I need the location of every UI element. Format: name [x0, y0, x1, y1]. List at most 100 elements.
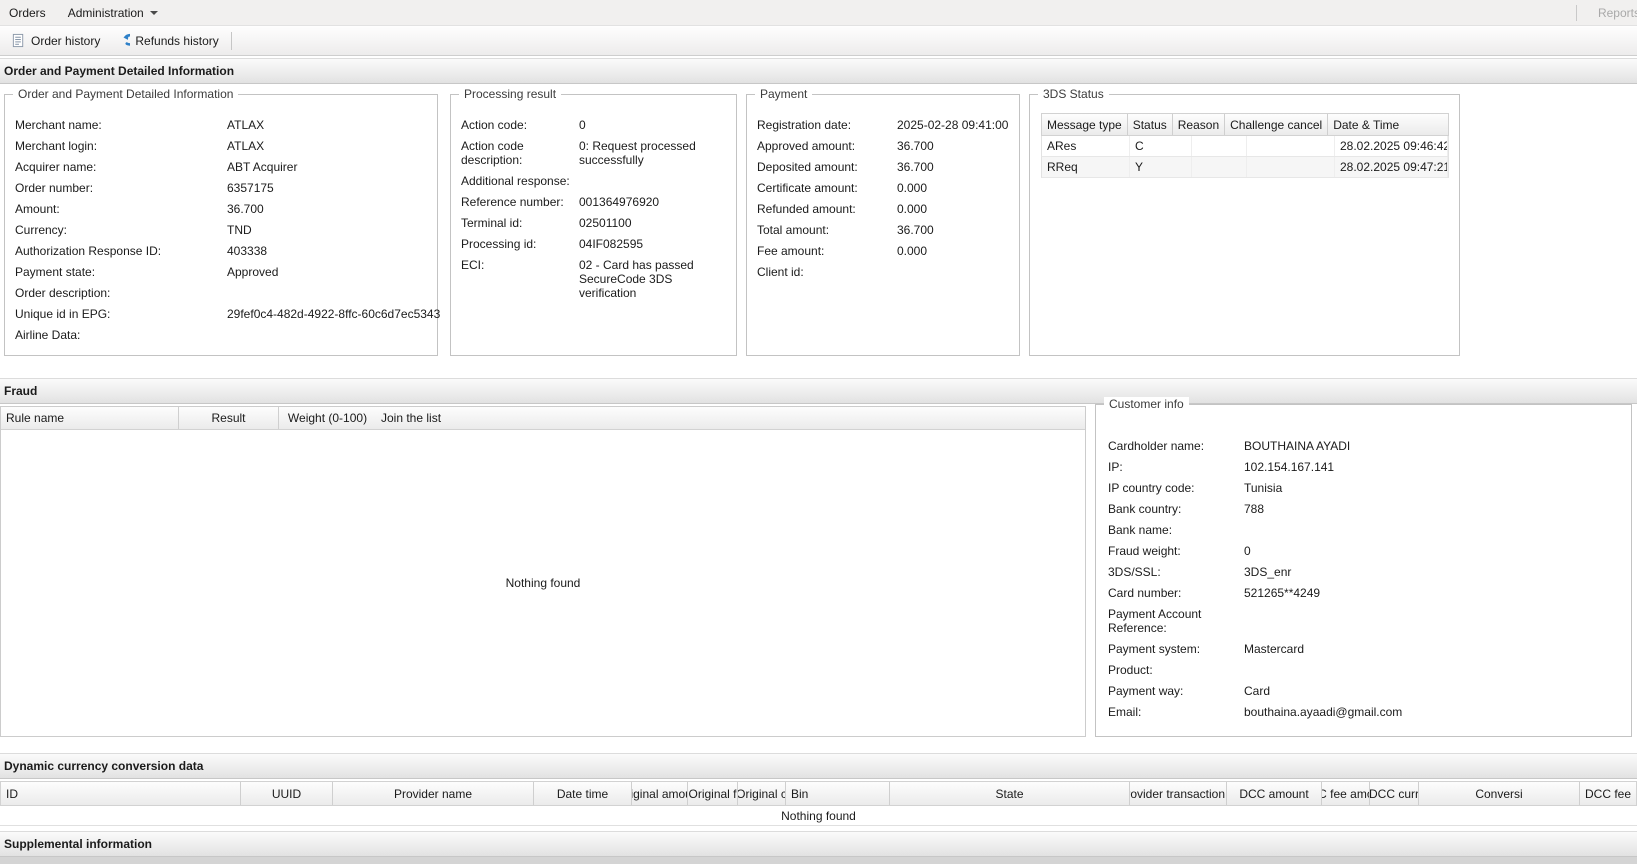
field-value: BOUTHAINA AYADI	[1244, 439, 1623, 453]
field-label: Card number:	[1108, 586, 1244, 600]
field-label: Total amount:	[757, 223, 897, 237]
column-header[interactable]: Provider name	[333, 782, 534, 805]
column-header[interactable]: DCC fee	[1580, 782, 1636, 805]
fraud-grid-header: Rule name Result Weight (0-100) Join the…	[1, 407, 1085, 430]
column-header[interactable]: Original f	[688, 782, 738, 805]
field-value	[579, 174, 728, 188]
field-value: bouthaina.ayaadi@gmail.com	[1244, 705, 1623, 719]
cell-message-type: RReq	[1042, 157, 1130, 177]
cell-reason	[1192, 157, 1247, 177]
column-header[interactable]: Result	[179, 407, 279, 429]
tds-grid-header: Message type Status Reason Challenge can…	[1041, 113, 1449, 136]
field-row: ECI: 02 - Card has passed SecureCode 3DS…	[461, 258, 728, 300]
field-row: Merchant name: ATLAX	[15, 118, 429, 132]
field-row: Card number: 521265**4249	[1108, 586, 1623, 600]
field-row: IP: 102.154.167.141	[1108, 460, 1623, 474]
field-row: Action code: 0	[461, 118, 728, 132]
field-label: Fraud weight:	[1108, 544, 1244, 558]
field-label: Acquirer name:	[15, 160, 227, 174]
field-value: Mastercard	[1244, 642, 1623, 656]
field-value: 788	[1244, 502, 1623, 516]
section-header-main: Order and Payment Detailed Information	[0, 58, 1637, 84]
field-row: Additional response:	[461, 174, 728, 188]
section-header-dcc: Dynamic currency conversion data	[0, 753, 1637, 779]
field-label: Processing id:	[461, 237, 579, 251]
column-header[interactable]: Provider transaction id	[1130, 782, 1227, 805]
field-row: Reference number: 001364976920	[461, 195, 728, 209]
column-header[interactable]: Conversi	[1419, 782, 1580, 805]
column-header[interactable]: Status	[1128, 114, 1173, 135]
field-row: 3DS/SSL: 3DS_enr	[1108, 565, 1623, 579]
field-value: Card	[1244, 684, 1623, 698]
field-value	[897, 265, 1011, 279]
field-label: Order number:	[15, 181, 227, 195]
cell-status: Y	[1130, 157, 1192, 177]
field-row: Payment Account Reference:	[1108, 607, 1623, 635]
cell-challenge-cancel	[1247, 136, 1335, 156]
customer-info-panel-legend: Customer info	[1104, 397, 1189, 411]
toolbar: Order history Refunds history	[0, 25, 1637, 56]
toolbar-separator	[231, 32, 232, 50]
field-value	[1244, 607, 1623, 635]
field-row: Approved amount: 36.700	[757, 139, 1011, 153]
cell-date-time: 28.02.2025 09:46:42	[1335, 136, 1448, 156]
field-value: 102.154.167.141	[1244, 460, 1623, 474]
field-value: 36.700	[897, 223, 1011, 237]
field-row: Refunded amount: 0.000	[757, 202, 1011, 216]
column-header[interactable]: DCC amount	[1227, 782, 1322, 805]
field-value	[1244, 523, 1623, 537]
field-value: 3DS_enr	[1244, 565, 1623, 579]
field-label: Airline Data:	[15, 328, 227, 342]
refunds-history-button[interactable]: Refunds history	[107, 29, 225, 53]
field-value: 0.000	[897, 181, 1011, 195]
order-history-button[interactable]: Order history	[4, 29, 107, 53]
column-header[interactable]: Challenge cancel	[1225, 114, 1328, 135]
column-header[interactable]: Reason	[1173, 114, 1225, 135]
field-label: Deposited amount:	[757, 160, 897, 174]
field-row: Order number: 6357175	[15, 181, 429, 195]
column-header[interactable]: Message type	[1042, 114, 1128, 135]
fraud-rules-grid: Rule name Result Weight (0-100) Join the…	[0, 406, 1086, 737]
table-row[interactable]: RReq Y 28.02.2025 09:47:21	[1041, 157, 1449, 178]
payment-fields: Registration date: 2025-02-28 09:41:00 A…	[747, 95, 1019, 279]
column-header[interactable]: Rule name	[1, 407, 179, 429]
field-row: Airline Data:	[15, 328, 429, 342]
field-value: 2025-02-28 09:41:00	[897, 118, 1011, 132]
customer-info-fields: Cardholder name: BOUTHAINA AYADI IP: 102…	[1096, 405, 1631, 719]
cell-status: C	[1130, 136, 1192, 156]
column-header[interactable]: DCC curr	[1370, 782, 1419, 805]
field-label: Merchant name:	[15, 118, 227, 132]
menu-administration[interactable]: Administration	[57, 6, 169, 20]
field-label: IP country code:	[1108, 481, 1244, 495]
processing-result-panel: Processing result Action code: 0 Action …	[450, 94, 737, 356]
column-header[interactable]: Original c	[738, 782, 786, 805]
field-label: Amount:	[15, 202, 227, 216]
column-header[interactable]: Date time	[534, 782, 632, 805]
field-label: Reference number:	[461, 195, 579, 209]
field-row: Order description:	[15, 286, 429, 300]
table-row[interactable]: ARes C 28.02.2025 09:46:42	[1041, 136, 1449, 157]
menu-reports[interactable]: Reports	[1587, 6, 1637, 20]
column-header[interactable]: Date & Time	[1328, 114, 1404, 135]
order-detail-panel: Order and Payment Detailed Information M…	[4, 94, 438, 356]
column-header[interactable]: Join the list	[376, 407, 446, 429]
column-header[interactable]: DCC fee amount	[1322, 782, 1370, 805]
column-header[interactable]: Weight (0-100)	[279, 407, 376, 429]
field-value: ABT Acquirer	[227, 160, 429, 174]
field-row: Total amount: 36.700	[757, 223, 1011, 237]
column-header[interactable]: Bin	[786, 782, 890, 805]
bottom-scroll-strip[interactable]	[0, 857, 1637, 864]
menu-orders[interactable]: Orders	[0, 6, 57, 20]
cell-reason	[1192, 136, 1247, 156]
refund-arrow-icon	[114, 33, 130, 49]
column-header[interactable]: State	[890, 782, 1130, 805]
field-label: Email:	[1108, 705, 1244, 719]
column-header[interactable]: ID	[1, 782, 241, 805]
field-value: 36.700	[227, 202, 429, 216]
column-header[interactable]: Original amount	[632, 782, 688, 805]
field-label: Order description:	[15, 286, 227, 300]
column-header[interactable]: UUID	[241, 782, 333, 805]
field-label: Action code description:	[461, 139, 579, 167]
field-label: Refunded amount:	[757, 202, 897, 216]
field-value: 0.000	[897, 244, 1011, 258]
